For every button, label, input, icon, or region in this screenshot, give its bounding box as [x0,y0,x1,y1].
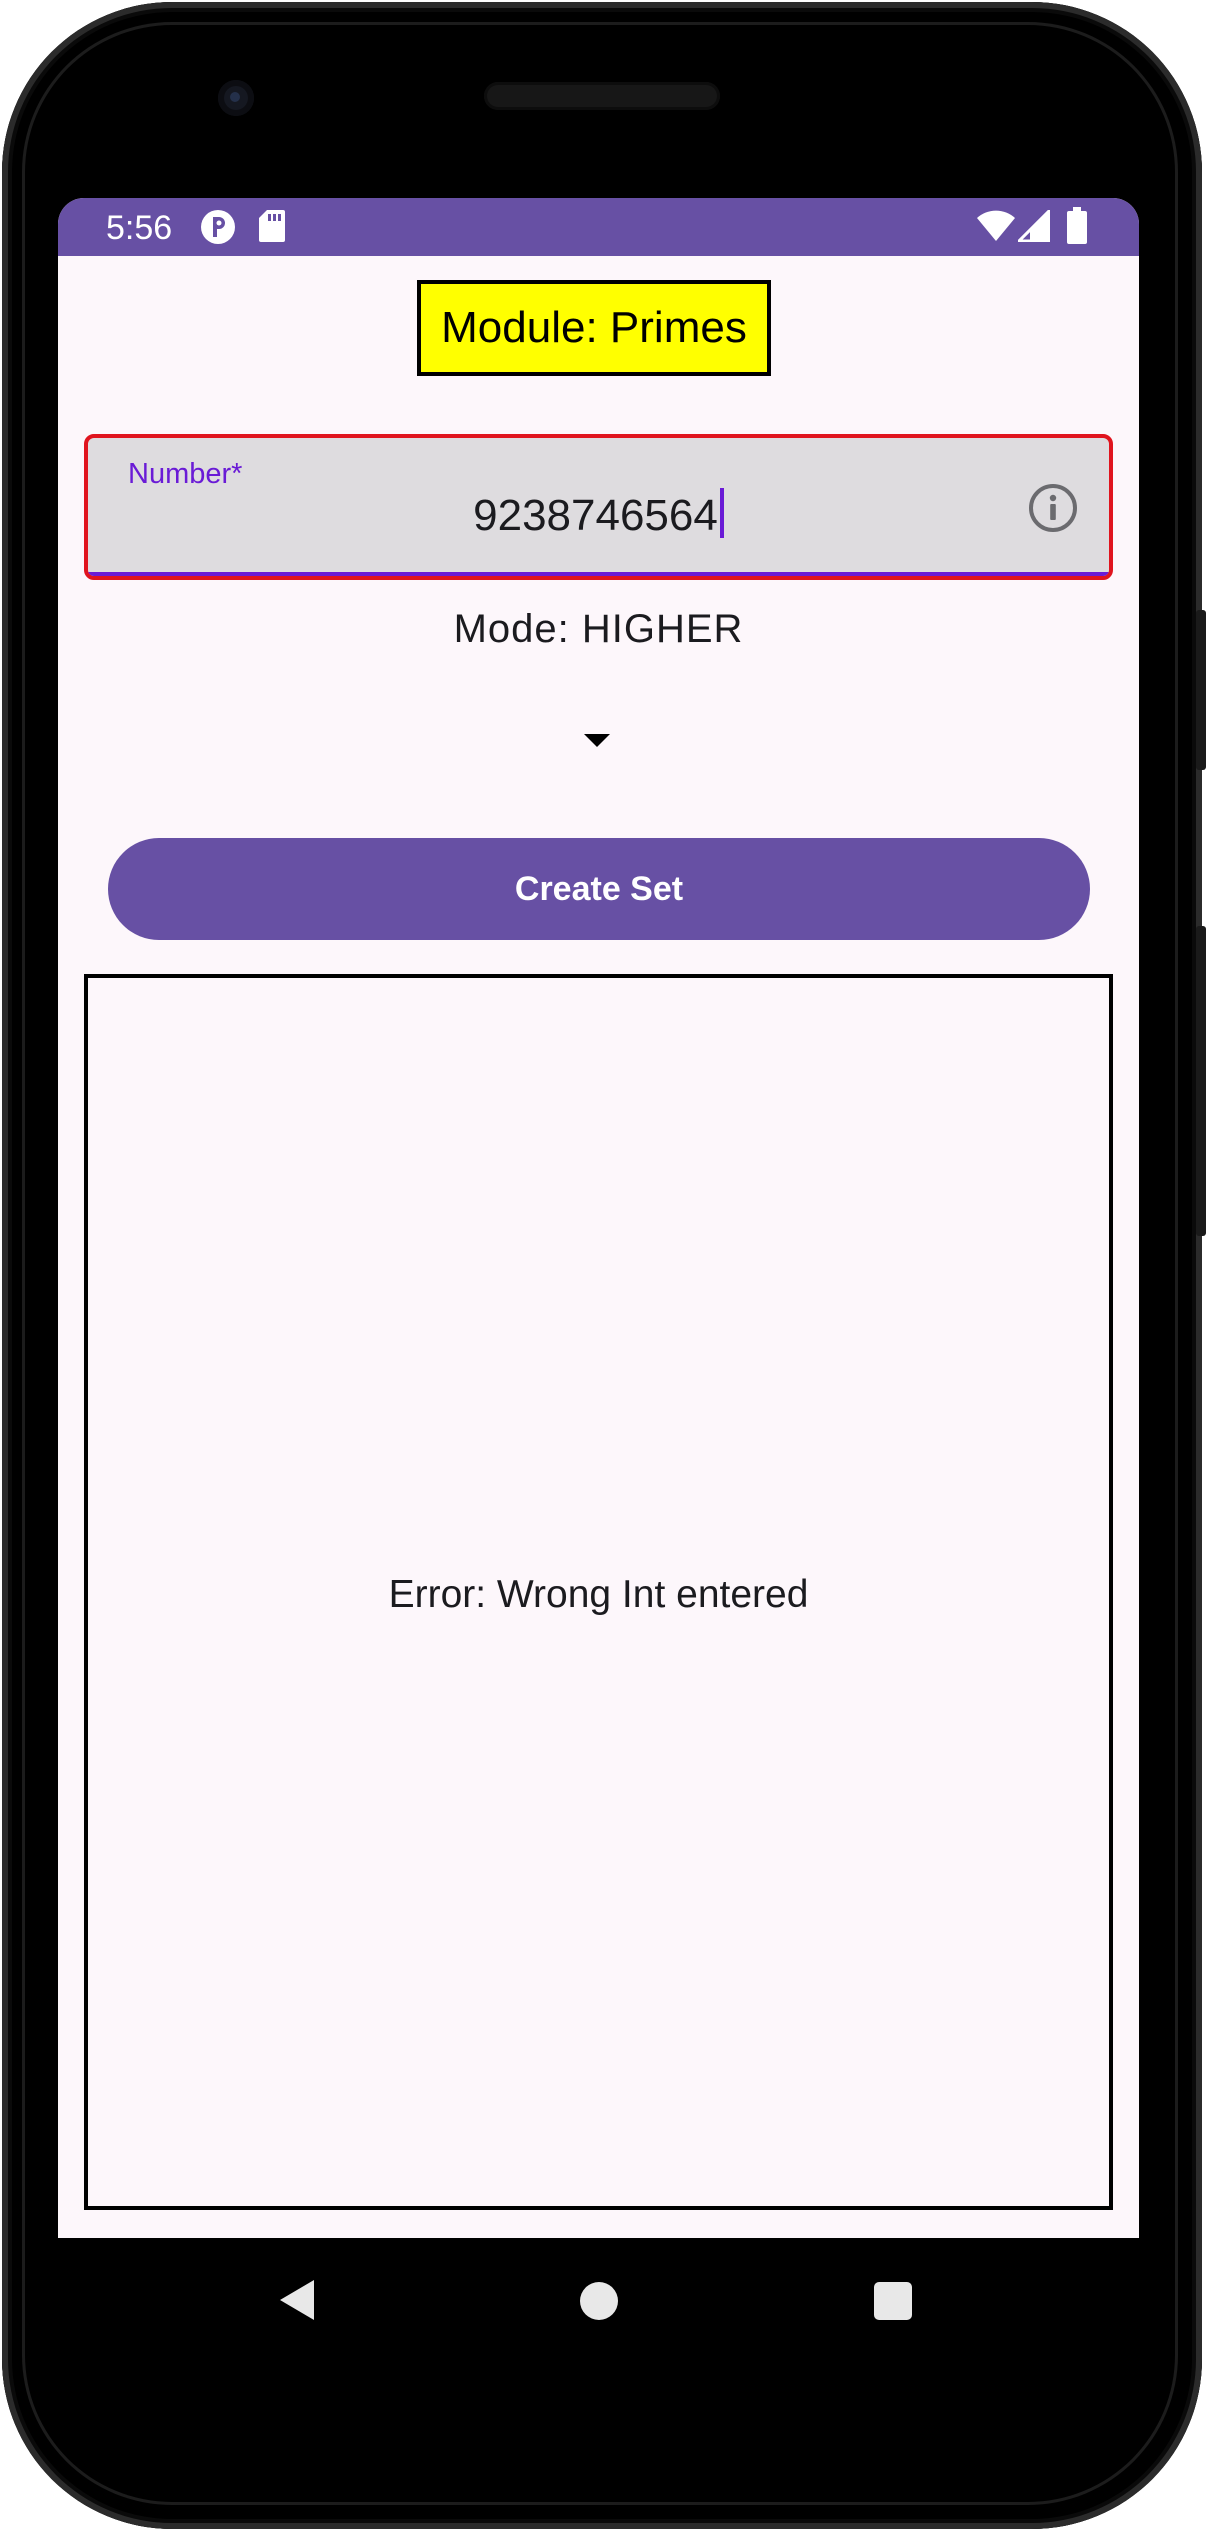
status-time: 5:56 [106,209,173,247]
result-panel: Error: Wrong Int entered [84,974,1113,2210]
app-content: Module: Primes Number* 9238746564 Mode: … [58,256,1139,2238]
phone-screen: 5:56 Module: Primes Number* 9238746564 M… [58,198,1139,2238]
battery-icon [1067,207,1087,244]
power-button [1196,610,1206,770]
dropdown-arrow-icon[interactable] [584,734,610,747]
recents-square-icon[interactable] [874,2282,912,2320]
earpiece-speaker [484,82,720,110]
text-cursor [719,488,724,538]
status-bar: 5:56 [58,198,1139,256]
wifi-icon [977,210,1015,241]
number-field-value-row[interactable]: 9238746564 [88,488,1109,544]
info-icon[interactable] [1027,482,1079,534]
back-triangle-icon[interactable] [280,2280,314,2320]
pinwheel-notification-icon [201,210,235,244]
device-frame: 5:56 Module: Primes Number* 9238746564 M… [0,0,1206,2533]
number-field-label: Number* [128,458,243,490]
sd-card-icon [259,210,285,242]
result-message: Error: Wrong Int entered [388,1573,809,1616]
mode-label: Mode: HIGHER [453,607,744,651]
module-title: Module: Primes [417,280,771,376]
cell-signal-icon [1018,210,1050,242]
number-field-value[interactable]: 9238746564 [473,491,718,540]
front-camera [218,80,254,116]
navigation-bar [58,2238,1139,2358]
volume-button [1196,926,1206,1236]
create-set-button[interactable]: Create Set [108,838,1090,940]
home-circle-icon[interactable] [580,2282,618,2320]
number-input-field[interactable]: Number* 9238746564 [84,434,1113,580]
